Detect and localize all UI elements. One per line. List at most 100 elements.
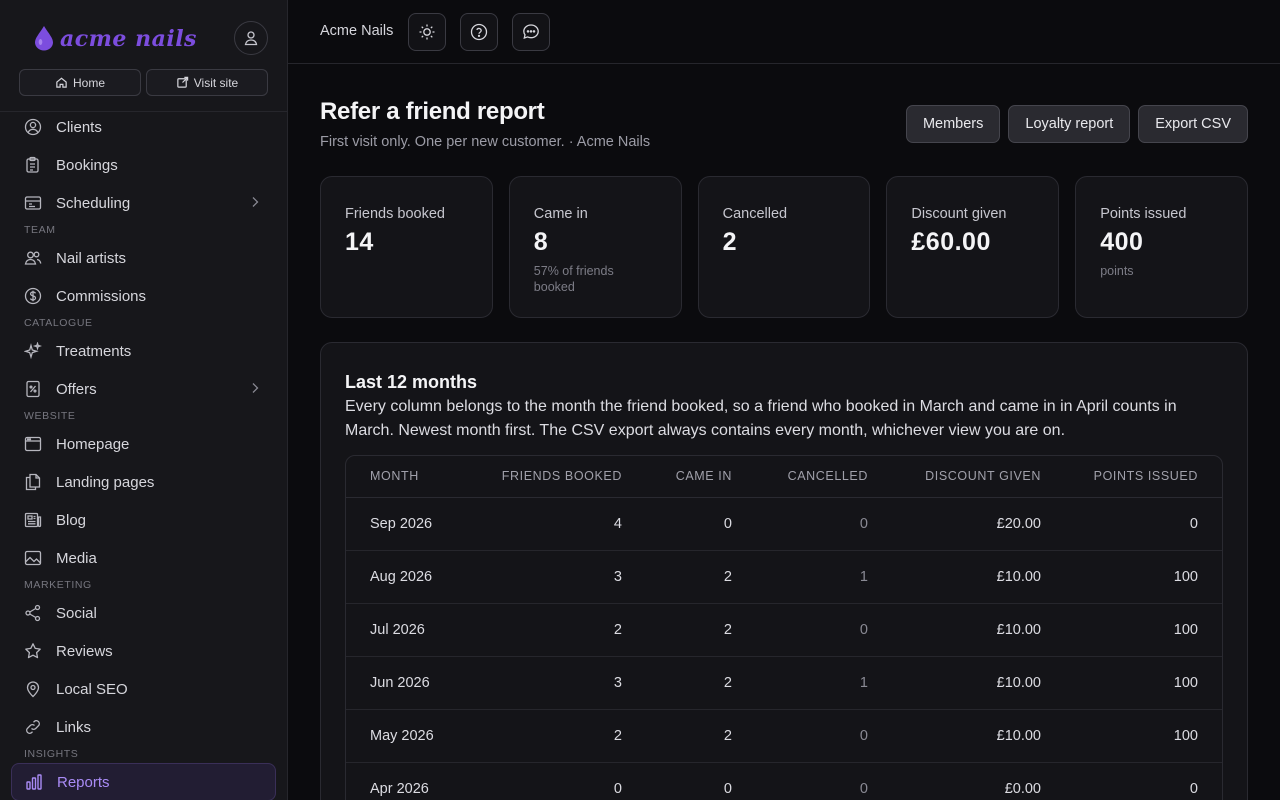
sidebar-item-landing-pages[interactable]: Landing pages	[11, 464, 276, 500]
panel-title: Last 12 months	[345, 372, 478, 392]
sidebar-item-label: Media	[56, 549, 97, 567]
sidebar-item-label: Blog	[56, 511, 87, 529]
drop-icon	[34, 25, 54, 54]
dollar-icon	[24, 287, 42, 305]
home-link-label: Home	[72, 75, 105, 90]
clipboard-icon	[24, 156, 42, 174]
bar-chart-icon	[25, 773, 43, 791]
page-subtitle: First visit only. One per new customer. …	[320, 134, 651, 150]
sidebar-item-label: Clients	[56, 118, 102, 136]
cell-points-issued: 100	[1065, 709, 1222, 763]
cell-points-issued: 100	[1065, 603, 1222, 657]
nav-section-catalogue: CATALOGUE	[24, 317, 93, 329]
cell-points-issued: 0	[1065, 497, 1222, 551]
stat-label: Discount given	[911, 206, 1007, 222]
sidebar-item-links[interactable]: Links	[11, 709, 276, 745]
image-icon	[24, 549, 42, 567]
messages-button[interactable]	[512, 13, 550, 51]
sidebar-item-blog[interactable]: Blog	[11, 502, 276, 538]
chat-bubble-icon	[523, 24, 539, 39]
table-row: Apr 2026 0 0 0 £0.00 0	[346, 762, 1222, 800]
cell-friends-booked: 2	[474, 709, 646, 763]
visit-site-link[interactable]: Visit site	[146, 69, 268, 96]
sidebar-item-bookings[interactable]: Bookings	[11, 147, 276, 183]
column-header-points-issued: Points issued	[1065, 456, 1222, 498]
sidebar-item-treatments[interactable]: Treatments	[11, 333, 276, 369]
help-circle-icon	[470, 23, 488, 41]
table-row: Jun 2026 3 2 1 £10.00 100	[346, 656, 1222, 710]
cell-came-in: 0	[646, 497, 756, 551]
chevron-right-icon	[252, 383, 259, 393]
table-row: Aug 2026 3 2 1 £10.00 100	[346, 550, 1222, 604]
cell-came-in: 2	[646, 603, 756, 657]
page-actions: Members Loyalty report Export CSV	[905, 105, 1248, 143]
loyalty-report-button[interactable]: Loyalty report	[1008, 105, 1131, 143]
home-link[interactable]: Home	[19, 69, 141, 96]
stat-note: points	[1100, 264, 1134, 278]
table-row: Sep 2026 4 0 0 £20.00 0	[346, 497, 1222, 551]
stats-row: Friends booked 14 Came in 8 57% of frien…	[320, 176, 1248, 318]
cell-points-issued: 100	[1065, 550, 1222, 604]
sidebar-item-label: Social	[56, 604, 97, 622]
cell-came-in: 2	[646, 709, 756, 763]
map-pin-icon	[24, 680, 42, 698]
sidebar-item-label: Commissions	[56, 287, 147, 305]
brand-logo[interactable]: acme nails	[34, 22, 197, 56]
stat-card-discount-given: Discount given £60.00	[886, 176, 1060, 318]
newspaper-icon	[24, 511, 42, 529]
members-button[interactable]: Members	[905, 105, 1001, 143]
nav-section-insights: INSIGHTS	[24, 748, 79, 760]
sparkles-icon	[24, 342, 42, 360]
stat-label: Came in	[533, 206, 588, 222]
stat-label: Cancelled	[722, 206, 788, 222]
help-button[interactable]	[460, 13, 498, 51]
share-icon	[24, 604, 42, 622]
visit-site-label: Visit site	[193, 75, 239, 90]
column-header-cancelled: Cancelled	[756, 456, 892, 498]
sidebar-item-label: Bookings	[56, 156, 118, 174]
cell-discount-given: £10.00	[892, 550, 1065, 604]
sidebar-item-clients[interactable]: Clients	[11, 109, 276, 145]
account-avatar-button[interactable]	[234, 21, 268, 55]
sidebar-item-label: Links	[56, 718, 92, 736]
cell-friends-booked: 0	[474, 762, 646, 800]
stat-label: Points issued	[1100, 206, 1187, 222]
cell-discount-given: £10.00	[892, 603, 1065, 657]
nav-section-team: TEAM	[24, 224, 56, 236]
stat-value: 14	[345, 228, 374, 256]
main-content: Refer a friend report First visit only. …	[288, 64, 1280, 800]
pages-icon	[24, 473, 42, 491]
sidebar-item-offers[interactable]: Offers	[11, 371, 276, 407]
table-row: May 2026 2 2 0 £10.00 100	[346, 709, 1222, 763]
link-icon	[24, 718, 42, 736]
cell-month: Sep 2026	[346, 497, 474, 551]
sidebar-item-commissions[interactable]: Commissions	[11, 278, 276, 314]
table-row: Jul 2026 2 2 0 £10.00 100	[346, 603, 1222, 657]
sidebar-item-local-seo[interactable]: Local SEO	[11, 671, 276, 707]
stat-value: 8	[533, 228, 549, 256]
cell-discount-given: £10.00	[892, 709, 1065, 763]
stat-value: 400	[1100, 228, 1144, 256]
stat-value: 2	[722, 228, 737, 256]
sidebar-item-reviews[interactable]: Reviews	[11, 633, 276, 669]
sidebar-item-label: Treatments	[56, 342, 132, 360]
stat-card-came-in: Came in 8 57% of friends booked	[508, 176, 682, 318]
cell-cancelled: 0	[756, 497, 892, 551]
sidebar-item-reports[interactable]: Reports	[11, 763, 276, 800]
stat-value: £60.00	[911, 228, 991, 256]
sidebar-item-label: Landing pages	[56, 473, 155, 491]
monthly-table: Month Friends booked Came in Cancelled D…	[346, 456, 1222, 800]
sidebar-item-media[interactable]: Media	[11, 540, 276, 576]
sidebar-item-social[interactable]: Social	[11, 595, 276, 631]
cell-cancelled: 0	[756, 709, 892, 763]
sidebar-item-nail-artists[interactable]: Nail artists	[11, 240, 276, 276]
cell-came-in: 2	[646, 550, 756, 604]
sidebar-item-scheduling[interactable]: Scheduling	[11, 185, 276, 221]
percent-tag-icon	[24, 380, 42, 398]
export-csv-button[interactable]: Export CSV	[1138, 105, 1248, 143]
stat-label: Friends booked	[345, 206, 445, 222]
theme-toggle-button[interactable]	[408, 13, 446, 51]
panel-description: Every column belongs to the month the fr…	[345, 398, 1177, 439]
sidebar-item-homepage[interactable]: Homepage	[11, 426, 276, 462]
top-header: Acme Nails	[288, 0, 1280, 64]
